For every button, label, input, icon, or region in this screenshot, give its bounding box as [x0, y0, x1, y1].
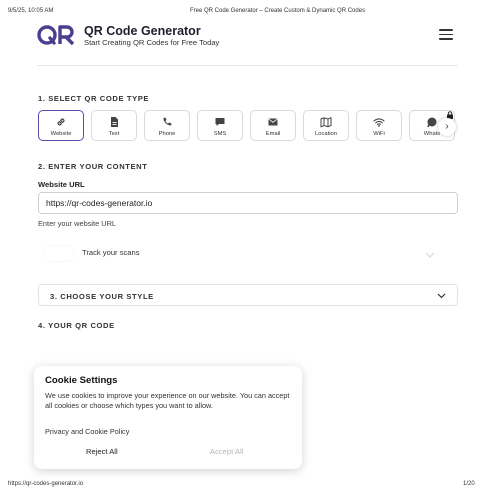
link-icon: [57, 118, 65, 126]
section-heading-qr: 4. YOUR QR CODE: [38, 321, 115, 330]
wifi-icon: [373, 118, 385, 127]
type-tile-website[interactable]: Website: [38, 110, 84, 141]
mail-icon: [268, 118, 278, 126]
privacy-policy-link[interactable]: Privacy and Cookie Policy: [45, 427, 129, 436]
type-tile-sms[interactable]: SMS: [197, 110, 243, 141]
print-page-number: 1/20: [463, 481, 475, 487]
app-title: QR Code Generator: [84, 24, 201, 38]
track-scans-toggle[interactable]: [44, 246, 74, 261]
type-tile-wifi[interactable]: WiFi: [356, 110, 402, 141]
chevron-right-icon[interactable]: ›: [438, 118, 456, 136]
type-tile-text[interactable]: Text: [91, 110, 137, 141]
type-label: Text: [108, 131, 120, 137]
cookie-dialog: Cookie Settings We use cookies to improv…: [34, 366, 302, 469]
type-tile-phone[interactable]: Phone: [144, 110, 190, 141]
print-title: Free QR Code Generator – Create Custom &…: [190, 8, 366, 14]
cookie-body: We use cookies to improve your experienc…: [45, 391, 290, 410]
chevron-down-icon: [437, 293, 446, 299]
map-icon: [320, 117, 332, 128]
cookie-title: Cookie Settings: [45, 375, 118, 386]
message-icon: [215, 118, 225, 126]
phone-icon: [163, 117, 172, 126]
accept-all-button[interactable]: Accept All: [210, 447, 243, 456]
track-scans-label: Track your scans: [82, 248, 140, 257]
type-label: Email: [265, 131, 281, 137]
website-url-label: Website URL: [38, 180, 85, 189]
section-heading-content: 2. ENTER YOUR CONTENT: [38, 162, 148, 171]
website-url-input[interactable]: [38, 192, 458, 214]
website-url-help: Enter your website URL: [38, 219, 117, 228]
hamburger-menu-icon[interactable]: [439, 29, 453, 40]
chevron-down-icon: [425, 252, 435, 258]
type-tile-email[interactable]: Email: [250, 110, 296, 141]
print-url: https://qr-codes-generator.io: [8, 481, 84, 487]
section-heading-style: 3. CHOOSE YOUR STYLE: [50, 292, 154, 301]
header-divider: [37, 65, 458, 66]
print-date: 9/5/25, 10:05 AM: [8, 8, 54, 14]
type-label: WiFi: [373, 131, 385, 137]
type-label: Website: [50, 131, 72, 137]
type-tile-location[interactable]: Location: [303, 110, 349, 141]
whatsapp-icon: [427, 117, 437, 128]
type-label: Phone: [158, 131, 176, 137]
section-heading-type: 1. SELECT QR CODE TYPE: [38, 94, 150, 103]
type-label: SMS: [213, 131, 227, 137]
choose-style-accordion[interactable]: 3. CHOOSE YOUR STYLE: [38, 284, 458, 306]
app-subtitle: Start Creating QR Codes for Free Today: [84, 38, 220, 47]
reject-all-button[interactable]: Reject All: [86, 447, 118, 456]
type-label: Location: [315, 131, 337, 137]
qr-type-list: Website Text Phone SMS Email Location Wi…: [38, 110, 458, 143]
document-icon: [111, 117, 118, 127]
qr-logo-icon: [37, 25, 75, 46]
